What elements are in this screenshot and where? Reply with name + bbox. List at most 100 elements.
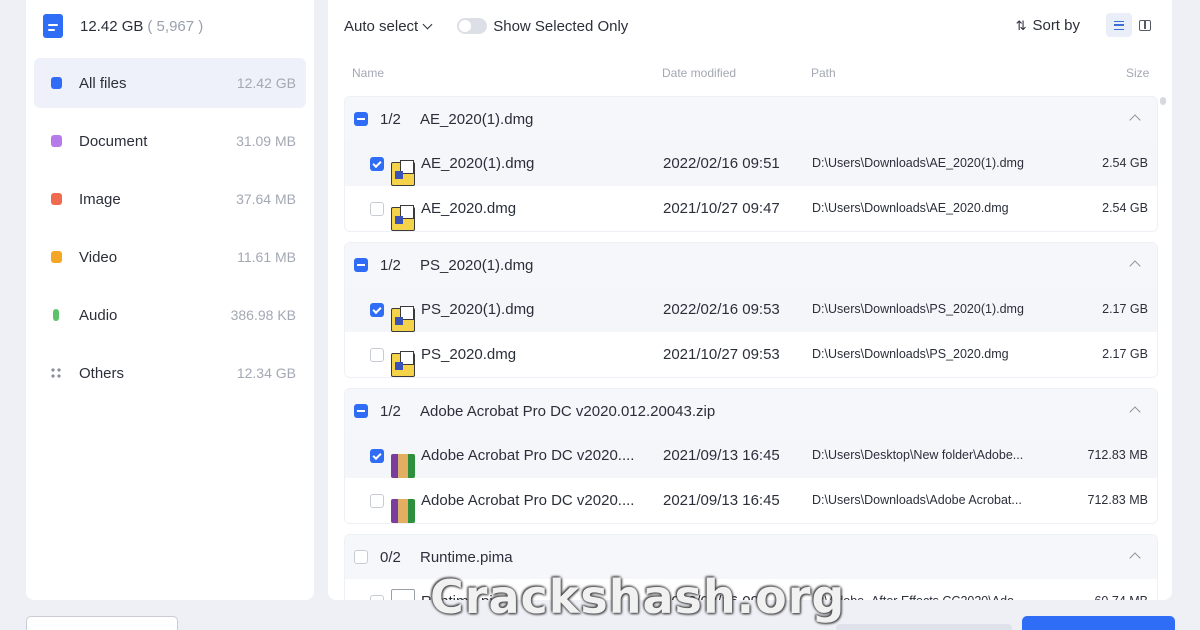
back-button[interactable] bbox=[26, 616, 178, 630]
file-list-panel: Auto select Show Selected Only ⇅ Sort by… bbox=[328, 0, 1172, 600]
group-name: Runtime.pima bbox=[420, 548, 513, 566]
file-checkbox[interactable] bbox=[370, 348, 384, 362]
file-row[interactable]: AE_2020(1).dmg 2022/02/16 09:51 D:\Users\D… bbox=[345, 141, 1157, 186]
duplicate-group: 0/2 Runtime.pima Runtime.pima 2022/02/16 09… bbox=[344, 534, 1158, 600]
file-date: 2022/02/16 09:.. bbox=[663, 593, 771, 600]
column-header-date[interactable]: Date modified bbox=[662, 66, 736, 80]
sidebar-item-label: Audio bbox=[79, 306, 118, 324]
sidebar-item-size: 386.98 KB bbox=[230, 307, 296, 323]
file-size: 712.83 MB bbox=[1087, 448, 1148, 462]
file-name: Adobe Acrobat Pro DC v2020.... bbox=[421, 447, 635, 464]
sidebar-item-video[interactable]: Video 11.61 MB bbox=[34, 232, 306, 282]
sort-by-button[interactable]: ⇅ Sort by bbox=[1016, 17, 1080, 34]
sidebar-item-size: 12.42 GB bbox=[236, 75, 296, 91]
file-size: 2.17 GB bbox=[1102, 347, 1148, 361]
show-selected-toggle[interactable] bbox=[457, 18, 488, 34]
total-size: 12.42 GB bbox=[80, 17, 144, 35]
file-size: 712.83 MB bbox=[1087, 493, 1148, 507]
file-row[interactable]: PS_2020(1).dmg 2022/02/16 09:53 D:\Users\D… bbox=[345, 287, 1157, 332]
file-checkbox[interactable] bbox=[370, 494, 384, 508]
sidebar-item-size: 12.34 GB bbox=[236, 365, 296, 381]
group-name: Adobe Acrobat Pro DC v2020.012.20043.zip bbox=[420, 402, 716, 420]
image-icon bbox=[44, 187, 68, 211]
file-name: AE_2020.dmg bbox=[421, 200, 517, 217]
total-count: ( 5,967 ) bbox=[147, 17, 204, 35]
sidebar-summary: 12.42 GB ( 5,967 ) bbox=[26, 0, 314, 52]
file-date: 2022/02/16 09:51 bbox=[663, 155, 780, 172]
sidebar-item-size: 31.09 MB bbox=[236, 133, 296, 149]
file-size: 60.74 MB bbox=[1094, 594, 1148, 600]
file-path: D:\Users\Downloads\Adobe Acrobat... bbox=[812, 493, 1022, 507]
file-row[interactable]: Runtime.pima 2022/02/16 09:.. D:\Adobe_Aft… bbox=[345, 579, 1157, 600]
sidebar-item-label: All files bbox=[79, 74, 127, 92]
auto-select-dropdown[interactable]: Auto select bbox=[344, 17, 433, 35]
file-path: D:\Users\Downloads\PS_2020.dmg bbox=[812, 347, 1009, 361]
archive-file-icon bbox=[391, 453, 415, 478]
document-icon bbox=[44, 129, 68, 153]
view-switcher bbox=[1106, 13, 1158, 37]
archive-file-icon bbox=[391, 498, 415, 523]
grid-view-button[interactable] bbox=[1132, 13, 1158, 37]
file-checkbox[interactable] bbox=[370, 202, 384, 216]
column-header-path[interactable]: Path bbox=[811, 66, 836, 80]
recover-button[interactable] bbox=[1022, 616, 1175, 630]
folder-icon bbox=[44, 71, 68, 95]
file-row[interactable]: Adobe Acrobat Pro DC v2020.... 2021/09/13… bbox=[345, 478, 1157, 523]
sidebar-item-all-files[interactable]: All files 12.42 GB bbox=[34, 58, 306, 108]
file-name: Runtime.pima bbox=[421, 593, 646, 600]
group-name: AE_2020(1).dmg bbox=[420, 110, 534, 128]
group-header[interactable]: 0/2 Runtime.pima bbox=[345, 535, 1157, 579]
duplicate-group: 1/2 PS_2020(1).dmg PS_2020(1).dmg 2022/02/1… bbox=[344, 242, 1158, 378]
file-row[interactable]: Adobe Acrobat Pro DC v2020.... 2021/09/13… bbox=[345, 433, 1157, 478]
file-name: AE_2020(1).dmg bbox=[421, 155, 535, 172]
file-name: PS_2020(1).dmg bbox=[421, 301, 535, 318]
file-date: 2021/09/13 16:45 bbox=[663, 492, 780, 509]
file-path: D:\Adobe_After Effects CC2020\Ado... bbox=[812, 594, 1047, 600]
audio-icon bbox=[44, 303, 68, 327]
show-selected-label: Show Selected Only bbox=[493, 17, 629, 35]
file-path: D:\Users\Downloads\AE_2020(1).dmg bbox=[812, 156, 1024, 170]
file-date: 2021/10/27 09:53 bbox=[663, 346, 780, 363]
file-size: 2.17 GB bbox=[1102, 302, 1148, 316]
list-view-button[interactable] bbox=[1106, 13, 1132, 37]
group-checkbox[interactable] bbox=[354, 404, 368, 418]
sidebar-item-audio[interactable]: Audio 386.98 KB bbox=[34, 290, 306, 340]
file-checkbox[interactable] bbox=[370, 303, 384, 317]
sidebar-item-image[interactable]: Image 37.64 MB bbox=[34, 174, 306, 224]
group-selection-count: 1/2 bbox=[380, 256, 401, 274]
disk-image-file-icon bbox=[391, 305, 415, 332]
auto-select-label: Auto select bbox=[344, 17, 419, 35]
file-row[interactable]: AE_2020.dmg 2021/10/27 09:47 D:\Users\Down… bbox=[345, 186, 1157, 231]
file-checkbox[interactable] bbox=[370, 595, 384, 600]
group-selection-count: 1/2 bbox=[380, 110, 401, 128]
chevron-down-icon bbox=[422, 19, 433, 29]
sidebar-item-label: Document bbox=[79, 132, 148, 150]
file-date: 2021/10/27 09:47 bbox=[663, 200, 780, 217]
sidebar-item-others[interactable]: Others 12.34 GB bbox=[34, 348, 306, 398]
chevron-up-icon[interactable] bbox=[1129, 552, 1141, 564]
file-checkbox[interactable] bbox=[370, 449, 384, 463]
disk-image-file-icon bbox=[391, 204, 415, 231]
group-selection-count: 1/2 bbox=[380, 402, 401, 420]
sidebar-item-label: Image bbox=[79, 190, 121, 208]
column-header-name[interactable]: Name bbox=[352, 66, 384, 80]
group-checkbox[interactable] bbox=[354, 258, 368, 272]
group-header[interactable]: 1/2 Adobe Acrobat Pro DC v2020.012.20043.… bbox=[345, 389, 1157, 433]
column-header-size[interactable]: Size bbox=[1126, 66, 1149, 80]
generic-file-icon bbox=[391, 589, 415, 600]
file-checkbox[interactable] bbox=[370, 157, 384, 171]
chevron-up-icon[interactable] bbox=[1129, 260, 1141, 272]
chevron-up-icon[interactable] bbox=[1129, 406, 1141, 418]
group-header[interactable]: 1/2 PS_2020(1).dmg bbox=[345, 243, 1157, 287]
chevron-up-icon[interactable] bbox=[1129, 114, 1141, 126]
file-path: D:\Users\Desktop\New folder\Adobe... bbox=[812, 448, 1024, 462]
sidebar-item-document[interactable]: Document 31.09 MB bbox=[34, 116, 306, 166]
disk-image-file-icon bbox=[391, 350, 415, 377]
group-checkbox[interactable] bbox=[354, 112, 368, 126]
file-date: 2021/09/13 16:45 bbox=[663, 447, 780, 464]
file-row[interactable]: PS_2020.dmg 2021/10/27 09:53 D:\Users\Down… bbox=[345, 332, 1157, 377]
scrollbar-thumb[interactable] bbox=[1160, 97, 1166, 105]
group-header[interactable]: 1/2 AE_2020(1).dmg bbox=[345, 97, 1157, 141]
toolbar: Auto select Show Selected Only ⇅ Sort by bbox=[328, 0, 1172, 52]
group-checkbox[interactable] bbox=[354, 550, 368, 564]
